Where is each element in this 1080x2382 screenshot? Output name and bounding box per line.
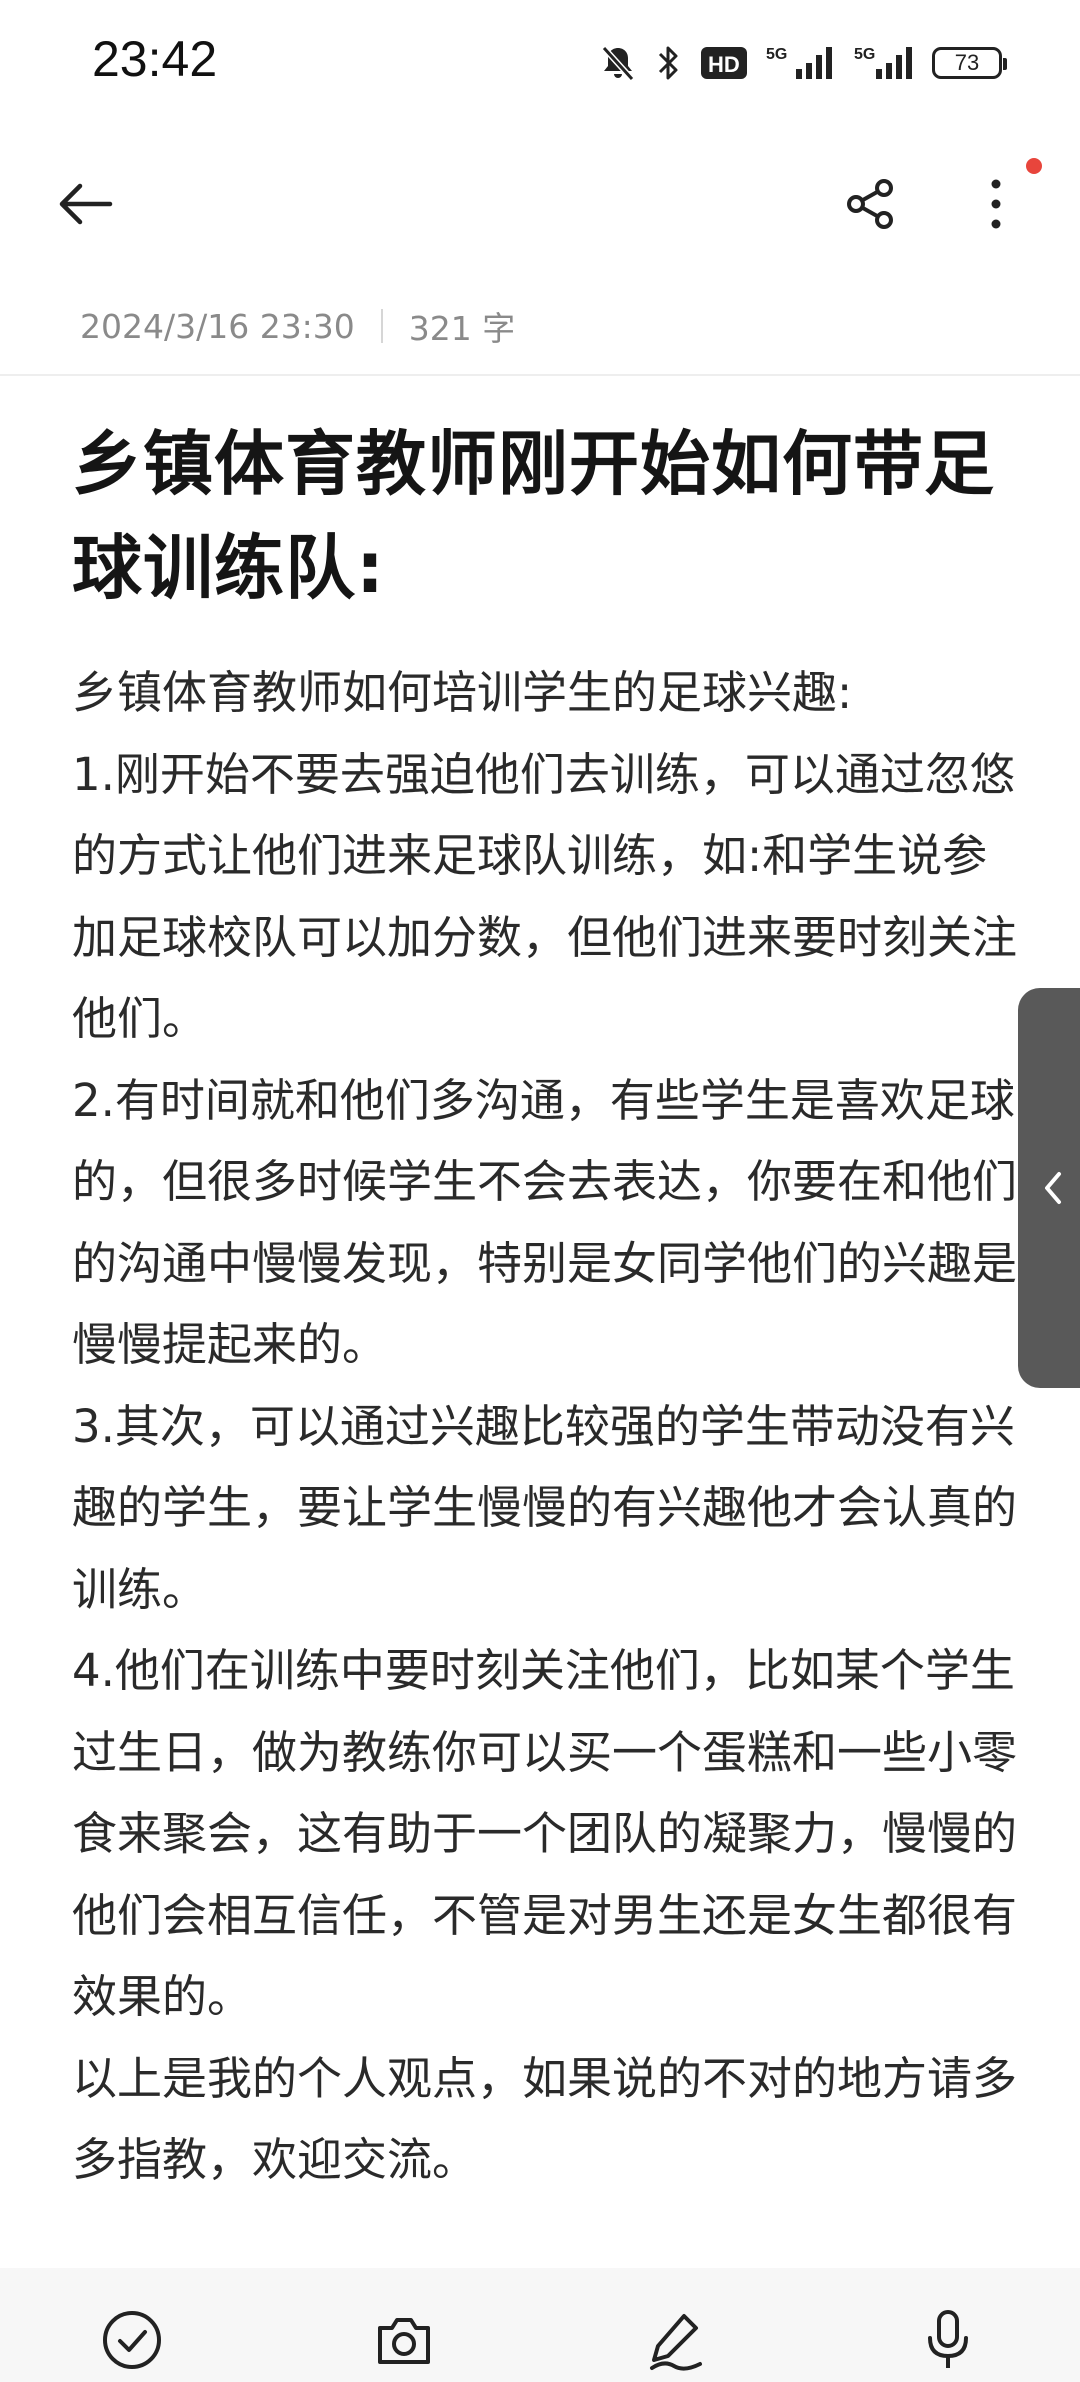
status-icons: HD 5G 5G 73	[598, 38, 1007, 88]
more-options-button[interactable]	[952, 160, 1040, 248]
hd-label: HD	[708, 52, 740, 77]
note-paragraph: 2.有时间就和他们多沟通，有些学生是喜欢足球的，但很多时候学生不会去表达，你要在…	[72, 1073, 1018, 1372]
meta-separator	[380, 309, 383, 343]
chevron-left-icon	[1045, 1172, 1061, 1204]
note-meta: 2024/3/16 23:30 321 字	[80, 302, 515, 350]
back-button[interactable]	[40, 160, 128, 248]
note-body[interactable]: 乡镇体育教师如何培训学生的足球兴趣: 1.刚开始不要去强迫他们去训练，可以通过忽…	[72, 652, 1022, 2201]
mute-bell-icon	[598, 43, 638, 83]
notification-dot	[1026, 158, 1042, 174]
more-vertical-icon	[991, 179, 1001, 229]
header-divider	[0, 374, 1080, 376]
camera-icon	[378, 2318, 430, 2364]
hd-voice-icon: HD	[700, 45, 748, 81]
checklist-button[interactable]	[92, 2308, 172, 2382]
camera-button[interactable]	[364, 2308, 444, 2382]
bottom-toolbar	[0, 2268, 1080, 2382]
note-paragraph: 乡镇体育教师如何培训学生的足球兴趣:	[72, 666, 853, 719]
note-word-count: 321 字	[408, 309, 516, 348]
note-paragraph: 3.其次，可以通过兴趣比较强的学生带动没有兴趣的学生，要让学生慢慢的有兴趣他才会…	[72, 1399, 1018, 1616]
note-paragraph: 以上是我的个人观点，如果说的不对的地方请多多指教，欢迎交流。	[72, 2051, 1018, 2187]
share-button[interactable]	[826, 160, 914, 248]
voice-input-button[interactable]	[908, 2308, 988, 2382]
note-paragraph: 4.他们在训练中要时刻关注他们，比如某个学生过生日，做为教练你可以买一个蛋糕和一…	[72, 1644, 1018, 2023]
network-type-label: 5G	[854, 46, 875, 63]
signal-5g-icon: 5G	[854, 43, 914, 83]
back-arrow-icon	[59, 183, 113, 225]
handwriting-button[interactable]	[636, 2308, 716, 2382]
note-datetime: 2024/3/16 23:30	[80, 306, 355, 346]
note-paragraph: 1.刚开始不要去强迫他们去训练，可以通过忽悠的方式让他们进来足球队训练，如:和学…	[72, 747, 1018, 1046]
battery-icon: 73	[932, 47, 1007, 79]
checklist-icon	[103, 2311, 161, 2369]
network-type-label: 5G	[766, 46, 787, 63]
status-time: 23:42	[92, 31, 218, 87]
battery-level: 73	[954, 50, 980, 75]
share-icon	[847, 179, 893, 229]
pen-icon	[650, 2314, 702, 2371]
microphone-icon	[928, 2310, 968, 2368]
bluetooth-icon	[656, 43, 682, 83]
status-bar: 23:42 HD 5G 5G 73	[0, 0, 1080, 120]
toolbar	[0, 140, 1080, 260]
signal-5g-icon: 5G	[766, 43, 836, 83]
note-title[interactable]: 乡镇体育教师刚开始如何带足球训练队:	[72, 412, 1022, 620]
side-panel-handle[interactable]	[1018, 988, 1080, 1388]
